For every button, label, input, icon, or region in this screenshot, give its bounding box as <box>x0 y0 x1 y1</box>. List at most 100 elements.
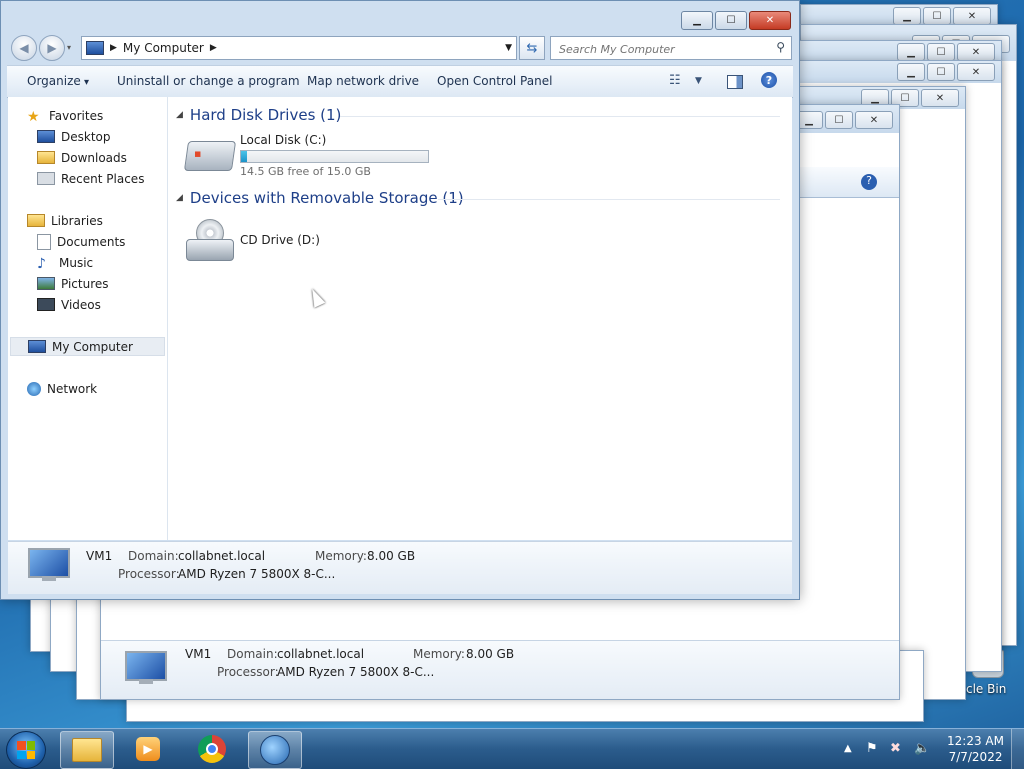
close-button[interactable]: ✕ <box>855 111 893 129</box>
close-button[interactable]: ✕ <box>749 11 791 30</box>
clock-date: 7/7/2022 <box>948 750 1003 764</box>
breadcrumb-separator[interactable]: ▶ <box>210 43 217 53</box>
sidebar-item-my-computer[interactable]: My Computer <box>10 337 165 356</box>
uninstall-program-button[interactable]: Uninstall or change a program <box>117 74 300 88</box>
close-button[interactable]: ✕ <box>953 7 991 25</box>
network-globe-icon <box>260 735 290 765</box>
collapse-triangle-icon[interactable]: ◢ <box>176 110 183 120</box>
recent-pages-dropdown[interactable]: ▾ <box>67 43 71 52</box>
organize-button[interactable]: Organize <box>27 74 89 88</box>
network-status-icon[interactable]: ✖ <box>890 741 901 756</box>
computer-name: VM1 <box>86 549 113 563</box>
computer-icon <box>28 548 70 581</box>
refresh-button[interactable]: ⇆ <box>519 36 545 60</box>
volume-icon[interactable]: 🔈 <box>914 741 930 756</box>
minimize-button[interactable]: ▁ <box>897 43 925 61</box>
help-icon[interactable]: ? <box>861 174 877 190</box>
action-center-icon[interactable]: ⚑ <box>866 741 878 756</box>
desktop-icon <box>37 130 55 143</box>
minimize-button[interactable]: ▁ <box>681 11 713 30</box>
star-icon: ★ <box>27 108 40 125</box>
view-options-dropdown[interactable]: ▼ <box>695 76 702 86</box>
close-button[interactable]: ✕ <box>957 63 995 81</box>
change-view-icon[interactable]: ☷ <box>669 73 681 88</box>
open-control-panel-button[interactable]: Open Control Panel <box>437 74 552 88</box>
clock[interactable]: 12:23 AM 7/7/2022 <box>947 733 1004 765</box>
navigation-bar: ◀ ▶ ▾ ▶ My Computer ▶ ▼ ⇆ ⚲ <box>1 31 799 63</box>
maximize-button[interactable]: ☐ <box>825 111 853 129</box>
close-button[interactable]: ✕ <box>957 43 995 61</box>
processor-label: Processor: <box>118 567 180 581</box>
media-player-icon: ▶ <box>136 737 160 761</box>
taskbar-media-player-button[interactable]: ▶ <box>122 731 174 767</box>
sidebar-item-label: Downloads <box>61 150 127 165</box>
show-desktop-button[interactable] <box>1011 729 1024 769</box>
recent-places-icon <box>37 172 55 185</box>
show-hidden-icons-icon[interactable]: ▲ <box>844 743 852 754</box>
window-titlebar[interactable]: ▁ ☐ ✕ <box>1 1 799 31</box>
group-header-hard-disk-drives[interactable]: ◢ Hard Disk Drives (1) <box>176 105 341 125</box>
window-controls: ▁ ☐ ✕ <box>681 11 791 30</box>
cd-drive-icon <box>186 219 234 261</box>
drive-name: Local Disk (C:) <box>240 133 327 147</box>
maximize-button[interactable]: ☐ <box>927 63 955 81</box>
sidebar-item-libraries[interactable]: Libraries <box>27 211 184 230</box>
sidebar-item-label: Pictures <box>61 276 109 291</box>
memory-value: 8.00 GB <box>367 549 416 563</box>
sidebar-item-label: Recent Places <box>61 171 145 186</box>
address-bar[interactable]: ▶ My Computer ▶ ▼ <box>81 36 517 60</box>
drive-name: CD Drive (D:) <box>240 233 320 247</box>
memory-label: Memory: <box>413 647 465 661</box>
window-controls: ▁☐✕ <box>897 43 995 61</box>
sidebar-item-label: Documents <box>57 234 126 249</box>
search-input[interactable] <box>557 39 761 59</box>
windows-logo-icon: ▪ <box>194 147 202 160</box>
maximize-button[interactable]: ☐ <box>715 11 747 30</box>
collapse-triangle-icon[interactable]: ◢ <box>176 193 183 203</box>
pictures-icon <box>37 277 55 290</box>
taskbar-chrome-button[interactable] <box>186 731 238 767</box>
downloads-folder-icon <box>37 151 55 164</box>
computer-name: VM1 <box>185 647 212 661</box>
window-controls: ▁☐✕ <box>795 111 893 129</box>
details-pane: VM1 Domain: collabnet.local Memory: 8.00… <box>8 541 792 594</box>
navigation-pane: ★ Favorites Desktop Downloads Recent Pla… <box>8 97 168 540</box>
forward-button[interactable]: ▶ <box>39 35 65 61</box>
help-icon[interactable]: ? <box>761 72 777 88</box>
preview-pane-icon[interactable] <box>727 75 743 89</box>
start-button[interactable] <box>6 731 46 769</box>
sidebar-item-network[interactable]: Network <box>27 379 184 398</box>
cd-drive[interactable]: CD Drive (D:) <box>186 219 386 263</box>
window-controls: ▁☐✕ <box>897 63 995 81</box>
search-icon[interactable]: ⚲ <box>776 40 785 54</box>
address-dropdown-icon[interactable]: ▼ <box>505 43 512 53</box>
taskbar-explorer-button[interactable] <box>60 731 114 769</box>
map-network-drive-button[interactable]: Map network drive <box>307 74 419 88</box>
taskbar: ▶ ▲ ⚑ ✖ 🔈 12:23 AM 7/7/2022 <box>0 728 1024 769</box>
sidebar-item-label: My Computer <box>52 339 133 354</box>
sidebar-item-label: Videos <box>61 297 101 312</box>
drive-free-space: 14.5 GB free of 15.0 GB <box>240 165 371 178</box>
sidebar-item-label: Desktop <box>61 129 111 144</box>
group-header-removable-storage[interactable]: ◢ Devices with Removable Storage (1) <box>176 188 464 208</box>
windows-logo-icon <box>17 741 35 759</box>
breadcrumb-separator[interactable]: ▶ <box>110 43 117 53</box>
close-button[interactable]: ✕ <box>921 89 959 107</box>
computer-icon <box>125 651 167 684</box>
breadcrumb-my-computer[interactable]: My Computer <box>123 41 204 55</box>
maximize-button[interactable]: ☐ <box>927 43 955 61</box>
search-box[interactable]: ⚲ <box>550 36 792 60</box>
explorer-window[interactable]: ▁ ☐ ✕ ◀ ▶ ▾ ▶ My Computer ▶ ▼ ⇆ ⚲ Organi… <box>0 0 800 600</box>
disk-usage-bar <box>240 150 429 163</box>
maximize-button[interactable]: ☐ <box>923 7 951 25</box>
minimize-button[interactable]: ▁ <box>893 7 921 25</box>
taskbar-network-app-button[interactable] <box>248 731 302 769</box>
local-disk-drive[interactable]: ▪ Local Disk (C:) 14.5 GB free of 15.0 G… <box>183 133 436 181</box>
chrome-icon <box>198 735 226 763</box>
background-window[interactable]: ▁☐✕ <box>800 4 998 27</box>
processor-value: AMD Ryzen 7 5800X 8-C... <box>277 665 435 679</box>
back-button[interactable]: ◀ <box>11 35 37 61</box>
sidebar-item-favorites[interactable]: ★ Favorites <box>27 106 184 125</box>
minimize-button[interactable]: ▁ <box>897 63 925 81</box>
folder-icon <box>72 738 102 762</box>
